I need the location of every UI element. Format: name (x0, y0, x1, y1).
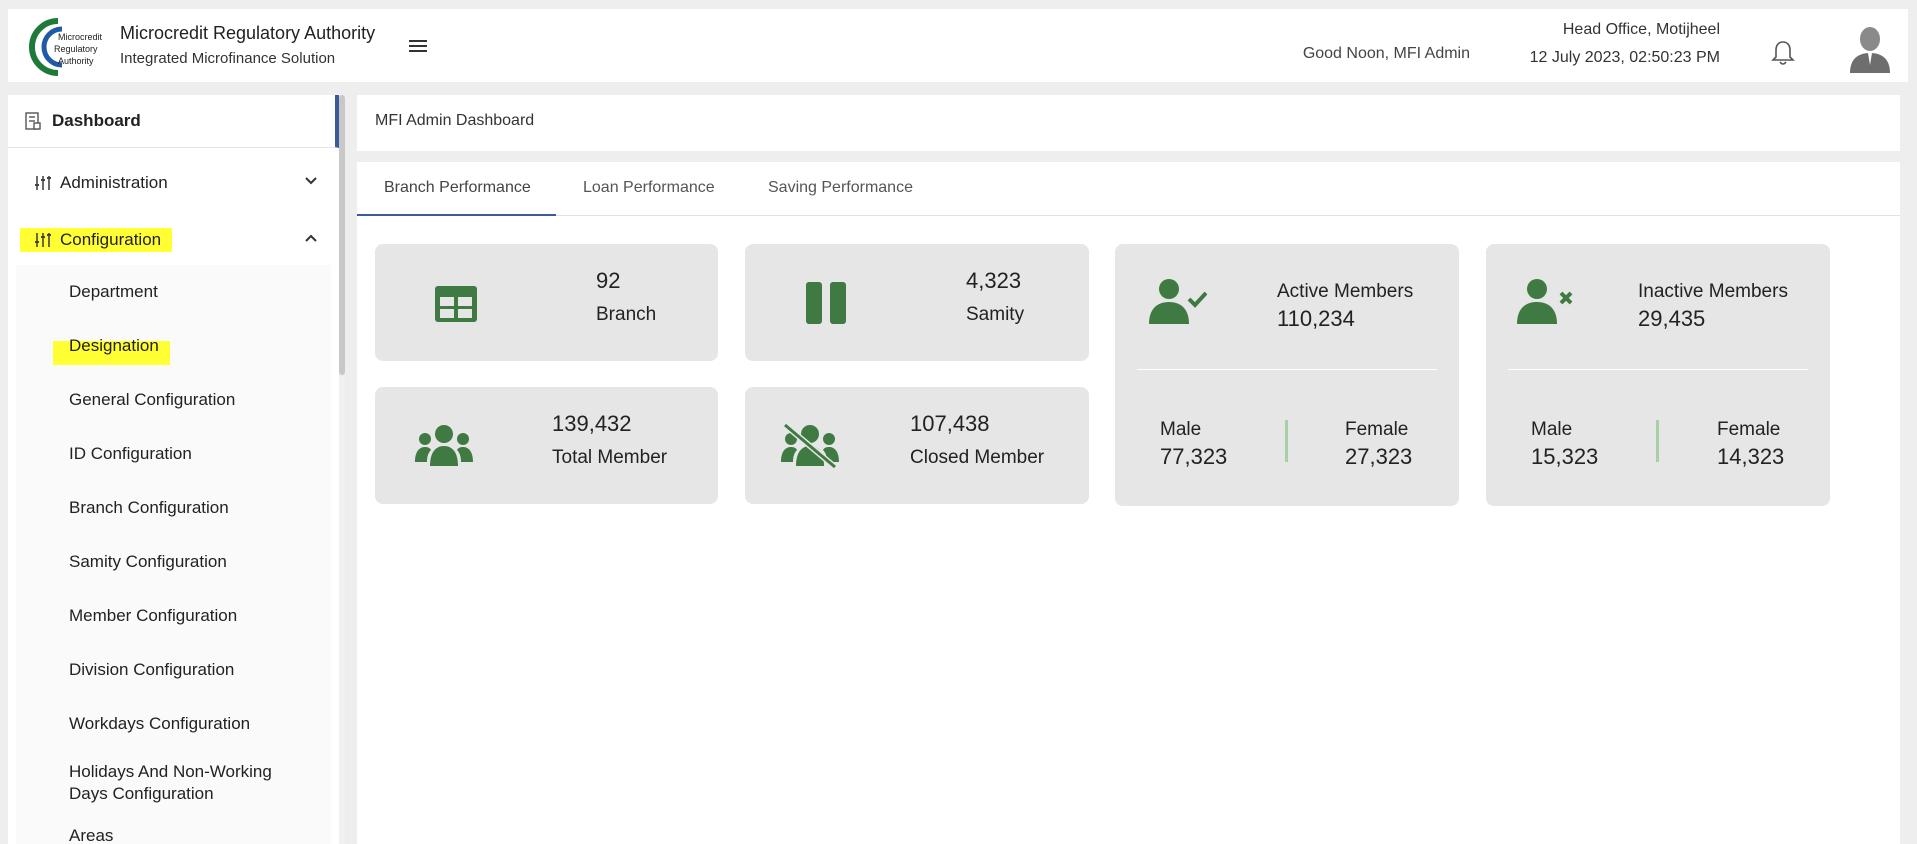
sliders-icon (35, 233, 51, 247)
inactive-members-card: Inactive Members 29,435 Male 15,323 Fema… (1486, 244, 1830, 506)
samity-label: Samity (966, 304, 1025, 325)
sliders-icon (35, 176, 51, 190)
female-label: Female (1717, 419, 1781, 440)
tab-branch-performance[interactable]: Branch Performance (384, 179, 531, 197)
closed-member-label: Closed Member (910, 447, 1045, 468)
sidebar-item-administration[interactable]: Administration (8, 165, 339, 201)
submenu-item[interactable]: Workdays Configuration (69, 713, 250, 735)
menu-icon[interactable] (408, 37, 428, 55)
performance-tabs: Branch Performance Loan Performance Savi… (357, 162, 1900, 216)
male-label: Male (1160, 419, 1202, 440)
pause-icon (806, 282, 846, 324)
users-icon (415, 425, 473, 466)
table-icon (435, 286, 477, 322)
divider (1508, 369, 1808, 370)
branch-label: Branch (596, 304, 657, 325)
submenu-item[interactable]: Areas (69, 825, 113, 844)
submenu-item[interactable]: ID Configuration (69, 443, 192, 465)
branch-card: 92 Branch (375, 244, 718, 361)
app-subtitle: Integrated Microfinance Solution (120, 50, 336, 67)
active-female-count: 27,323 (1345, 444, 1413, 469)
svg-text:Regulatory: Regulatory (54, 44, 98, 54)
male-label: Male (1531, 419, 1573, 440)
sidebar-item-dashboard[interactable]: Dashboard (8, 95, 339, 148)
active-members-count: 110,234 (1277, 306, 1355, 331)
divider (1137, 369, 1437, 370)
sidebar-item-label: Administration (60, 173, 168, 192)
sidebar-item-label: Dashboard (52, 111, 141, 130)
inactive-male-count: 15,323 (1531, 444, 1599, 469)
inactive-members-title: Inactive Members (1638, 281, 1788, 302)
samity-count: 4,323 (966, 268, 1022, 293)
submenu-item[interactable]: Member Configuration (69, 605, 237, 627)
inactive-members-count: 29,435 (1638, 306, 1706, 331)
vertical-separator (1285, 420, 1288, 462)
submenu-item[interactable]: Holidays And Non-Working Days Configurat… (69, 761, 299, 805)
submenu-item[interactable]: Division Configuration (69, 659, 234, 681)
sidebar-item-label: Configuration (60, 230, 162, 249)
sidebar-item-configuration[interactable]: Configuration (8, 222, 339, 258)
submenu-item[interactable]: Samity Configuration (69, 551, 227, 573)
chevron-up-icon (305, 234, 317, 242)
app-title: Microcredit Regulatory Authority (120, 23, 376, 43)
sidebar: Dashboard Administration Configuration D… (8, 95, 339, 844)
branch-count: 92 (596, 268, 621, 293)
total-member-card: 139,432 Total Member (375, 387, 718, 504)
page-title: MFI Admin Dashboard (375, 112, 535, 129)
closed-member-count: 107,438 (910, 411, 990, 436)
office-name: Head Office, Motijheel (1562, 21, 1720, 38)
inactive-female-count: 14,323 (1717, 444, 1785, 469)
active-tab-indicator (357, 214, 556, 216)
user-avatar-icon[interactable] (1848, 25, 1892, 73)
breadcrumb-bar: MFI Admin Dashboard (357, 95, 1900, 151)
tab-saving-performance[interactable]: Saving Performance (768, 179, 913, 197)
active-members-card: Active Members 110,234 Male 77,323 Femal… (1115, 244, 1459, 506)
active-male-count: 77,323 (1160, 444, 1228, 469)
greeting-text: Good Noon, MFI Admin (1302, 45, 1470, 62)
svg-text:Microcredit: Microcredit (58, 32, 103, 42)
bell-icon[interactable] (1770, 39, 1796, 67)
submenu-item[interactable]: Department (69, 281, 158, 303)
users-slash-icon (781, 422, 839, 468)
chevron-down-icon (305, 177, 317, 185)
svg-text:Authority: Authority (58, 56, 94, 66)
user-check-icon (1149, 279, 1207, 324)
submenu-item[interactable]: Designation (69, 335, 159, 357)
dashboard-icon (25, 112, 41, 130)
submenu-item[interactable]: Branch Configuration (69, 497, 229, 519)
sidebar-scrollbar[interactable] (339, 95, 345, 844)
total-member-label: Total Member (552, 447, 668, 468)
female-label: Female (1345, 419, 1409, 440)
current-datetime: 12 July 2023, 02:50:23 PM (1529, 49, 1720, 66)
dashboard-content: Branch Performance Loan Performance Savi… (357, 162, 1900, 844)
closed-member-card: 107,438 Closed Member (745, 387, 1089, 504)
samity-card: 4,323 Samity (745, 244, 1089, 361)
tab-loan-performance[interactable]: Loan Performance (583, 179, 715, 197)
active-members-title: Active Members (1277, 281, 1414, 302)
user-x-icon (1517, 279, 1573, 324)
total-member-count: 139,432 (552, 411, 632, 436)
submenu-item[interactable]: General Configuration (69, 389, 235, 411)
mra-logo: Microcredit Regulatory Authority (29, 18, 103, 76)
vertical-separator (1656, 420, 1659, 462)
top-header: Microcredit Regulatory Authority Microcr… (8, 9, 1908, 82)
